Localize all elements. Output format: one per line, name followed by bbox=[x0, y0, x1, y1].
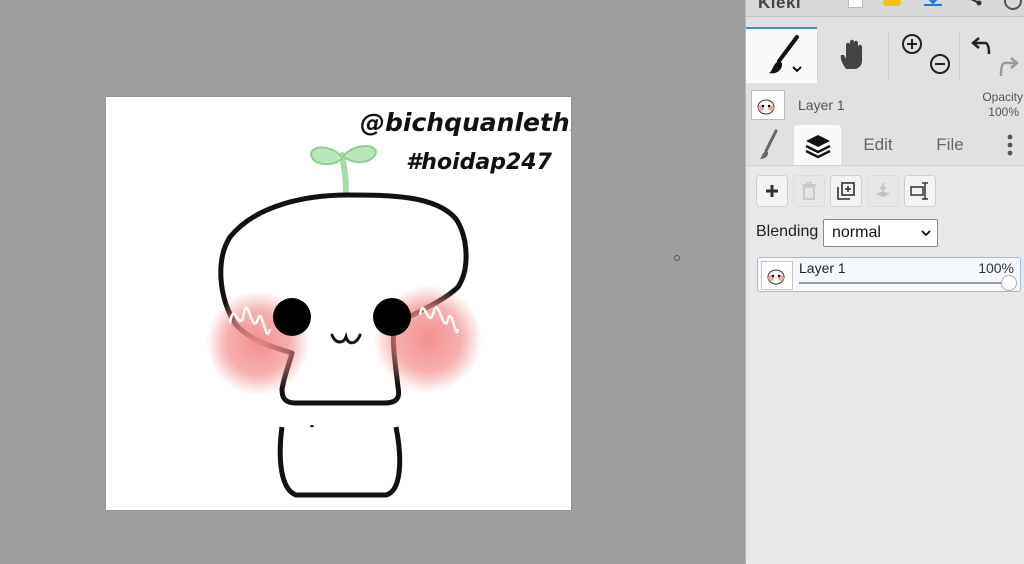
panel-tabs: Edit File bbox=[746, 125, 1024, 165]
more-vertical-icon bbox=[1007, 134, 1013, 156]
opacity-label: Opacity bbox=[982, 90, 1023, 104]
undo-redo-buttons bbox=[960, 27, 1024, 83]
hand-tool-button[interactable] bbox=[818, 27, 888, 83]
layers-icon bbox=[804, 131, 832, 159]
tab-file[interactable]: File bbox=[918, 125, 982, 165]
layer-name: Layer 1 bbox=[799, 260, 846, 276]
open-folder-icon[interactable] bbox=[883, 0, 901, 6]
history-controls bbox=[965, 32, 1021, 78]
tab-layers[interactable] bbox=[794, 125, 841, 165]
share-icon[interactable] bbox=[965, 0, 983, 6]
blending-label: Blending bbox=[756, 223, 818, 241]
blending-value: normal bbox=[832, 224, 881, 241]
layer-opacity-value: 100% bbox=[978, 260, 1014, 276]
layer-thumbnail bbox=[761, 261, 793, 290]
zoom-buttons bbox=[889, 27, 959, 83]
merge-down-button[interactable] bbox=[867, 175, 899, 207]
duplicate-layer-button[interactable] bbox=[830, 175, 862, 207]
trash-icon bbox=[801, 182, 817, 200]
watermark-handle: @bichquanlethi bbox=[360, 108, 571, 137]
canvas-workspace[interactable]: @bichquanlethi #hoidap247 bbox=[0, 0, 745, 563]
side-panel: Kleki bbox=[745, 0, 1024, 563]
tab-edit[interactable]: Edit bbox=[846, 125, 910, 165]
hand-icon bbox=[838, 39, 868, 71]
more-menu-button[interactable] bbox=[998, 125, 1022, 165]
layer-preview-name: Layer 1 bbox=[798, 97, 845, 113]
add-icon bbox=[764, 183, 780, 199]
rename-icon bbox=[910, 182, 930, 200]
help-icon[interactable] bbox=[1004, 0, 1022, 10]
rename-layer-button[interactable] bbox=[904, 175, 936, 207]
layer-opacity-slider[interactable] bbox=[799, 282, 1009, 284]
opacity-value: 100% bbox=[988, 105, 1019, 119]
brush-tool-button[interactable] bbox=[746, 27, 817, 83]
new-file-icon[interactable] bbox=[848, 0, 863, 8]
zoom-in-icon[interactable] bbox=[903, 35, 921, 53]
chevron-down-icon bbox=[921, 228, 931, 238]
drawing-canvas[interactable]: @bichquanlethi #hoidap247 bbox=[106, 97, 571, 510]
watermark-hashtag: #hoidap247 bbox=[406, 150, 553, 175]
top-bar: Kleki bbox=[746, 0, 1024, 17]
brush-icon bbox=[756, 129, 782, 161]
layer-item[interactable]: Layer 1 100% bbox=[757, 257, 1021, 292]
redo-icon[interactable] bbox=[1001, 58, 1017, 76]
layer-preview: Layer 1 Opacity 100% bbox=[746, 86, 1024, 124]
drawing-illustration: @bichquanlethi #hoidap247 bbox=[106, 97, 571, 510]
blending-select[interactable]: normal bbox=[823, 219, 938, 247]
tab-brush[interactable] bbox=[746, 125, 791, 165]
delete-layer-button[interactable] bbox=[793, 175, 825, 207]
brush-cursor bbox=[674, 255, 680, 261]
zoom-out-icon[interactable] bbox=[931, 55, 949, 73]
layer-opacity-fill bbox=[799, 282, 1009, 284]
layers-panel: Blending normal Layer 1 100% bbox=[746, 165, 1024, 564]
layer-preview-thumbnail bbox=[751, 90, 785, 120]
layer-opacity-handle[interactable] bbox=[1001, 275, 1017, 291]
undo-icon[interactable] bbox=[973, 38, 989, 54]
zoom-controls bbox=[898, 32, 950, 78]
duplicate-icon bbox=[836, 181, 856, 201]
brush-icon bbox=[757, 33, 807, 79]
merge-down-icon bbox=[874, 182, 892, 200]
app-logo[interactable]: Kleki bbox=[758, 0, 801, 13]
tool-row bbox=[746, 27, 1024, 83]
add-layer-button[interactable] bbox=[756, 175, 788, 207]
download-icon[interactable] bbox=[924, 0, 942, 6]
